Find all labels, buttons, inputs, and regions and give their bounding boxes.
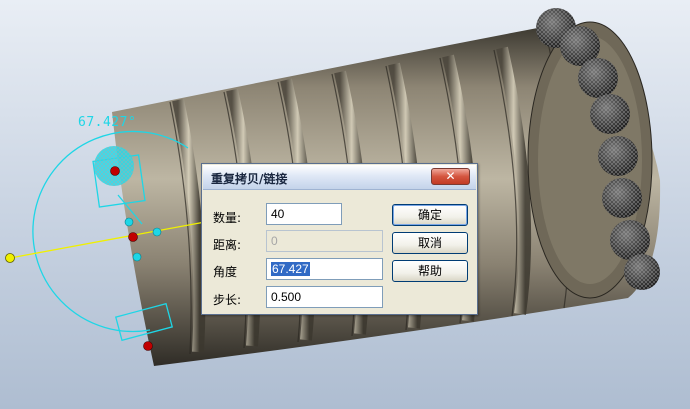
angle-input[interactable]: 67.427 [266,258,383,280]
angle-value: 67.427 [271,262,310,276]
angle-readout: 67.427° [78,115,137,130]
close-button[interactable]: ✕ [431,168,470,185]
dialog-titlebar[interactable]: 重复拷贝/链接 ✕ [203,165,476,190]
step-value: 0.500 [271,290,302,304]
step-input[interactable]: 0.500 [266,286,383,308]
count-label: 数量: [213,211,242,225]
close-icon: ✕ [445,169,456,183]
ok-button[interactable]: 确定 [392,204,468,226]
angle-label: 角度 [213,265,238,279]
count-value: 40 [271,207,285,221]
repeat-copy-dialog: 重复拷贝/链接 ✕ 数量: 40 距离: 0 角度 67.427 步长: 0.5… [201,163,478,315]
cancel-button[interactable]: 取消 [392,232,468,254]
distance-label: 距离: [213,238,242,252]
preview-ball[interactable] [94,146,134,186]
dialog-title: 重复拷贝/链接 [211,172,288,186]
distance-input: 0 [266,230,383,252]
count-input[interactable]: 40 [266,203,342,225]
distance-value: 0 [271,234,278,248]
step-label: 步长: [213,293,242,307]
help-button[interactable]: 帮助 [392,260,468,282]
